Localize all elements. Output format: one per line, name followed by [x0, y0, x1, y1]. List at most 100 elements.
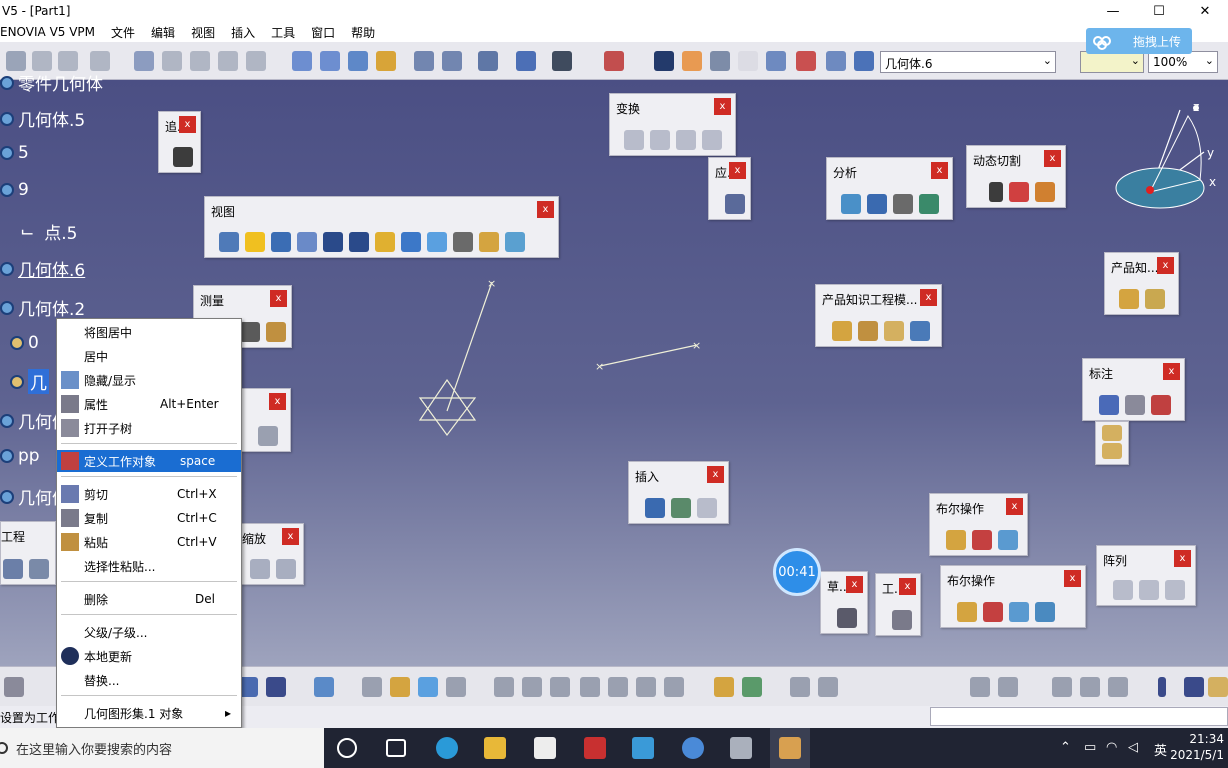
construction-line[interactable] [599, 344, 698, 367]
close-icon[interactable]: x [1064, 570, 1081, 587]
thickness-icon[interactable] [919, 194, 939, 214]
toolbar-icon[interactable] [1151, 395, 1171, 415]
tree-item[interactable]: ⌙ 点.5 [20, 219, 77, 245]
toolbar-icon[interactable] [58, 51, 78, 71]
draft-analysis-icon[interactable] [841, 194, 861, 214]
task-view-icon[interactable] [386, 739, 406, 757]
ctx-item-geo-set-object[interactable]: 几何图形集.1 对象 ▸ [57, 702, 241, 724]
sketch-triangle[interactable] [418, 378, 477, 421]
fly-icon[interactable] [219, 232, 239, 252]
toolbar-icon[interactable] [276, 559, 296, 579]
shading-icon[interactable] [453, 232, 473, 252]
compass-icon[interactable]: z y x [1115, 100, 1216, 209]
camera-icon[interactable] [173, 147, 193, 167]
toolbar-panel[interactable] [1095, 421, 1129, 465]
toolbar-icon[interactable] [376, 51, 396, 71]
toolbar-panel-engineering[interactable]: 工程 [0, 521, 56, 585]
ctx-item-center[interactable]: 居中 [57, 345, 241, 367]
toolbar-icon[interactable] [1035, 602, 1055, 622]
menu-help[interactable]: 帮助 [343, 24, 383, 41]
toolbar-icon[interactable] [32, 51, 52, 71]
toolbar-icon[interactable] [796, 51, 816, 71]
toolbar-icon[interactable] [790, 677, 810, 697]
zoom-out-icon[interactable] [349, 232, 369, 252]
close-icon[interactable]: x [270, 290, 287, 307]
toolbar-panel-analysis[interactable]: 分析 x [826, 157, 953, 220]
toolbar-panel-pattern[interactable]: 阵列 x [1096, 545, 1196, 606]
toolbar-icon[interactable] [442, 51, 462, 71]
toolbar-icon[interactable] [6, 51, 26, 71]
toolbar-icon[interactable] [1119, 289, 1139, 309]
rect-pattern-icon[interactable] [1113, 580, 1133, 600]
toolbar-panel[interactable]: 追... x [158, 111, 201, 173]
toolbar-icon[interactable] [910, 321, 930, 341]
toolbar-icon[interactable] [957, 602, 977, 622]
tree-item[interactable]: 几何体.6 [0, 256, 85, 281]
close-icon[interactable]: x [1157, 257, 1174, 274]
minimize-button[interactable]: — [1090, 0, 1136, 22]
toolbar-icon[interactable] [522, 677, 542, 697]
toolbar-panel-annotation[interactable]: 标注 x [1082, 358, 1185, 421]
ctx-item-open-subtree[interactable]: 打开子树 [57, 417, 241, 439]
zoom-in-icon[interactable] [323, 232, 343, 252]
remove-icon[interactable] [998, 530, 1018, 550]
maximize-button[interactable]: ☐ [1136, 0, 1182, 22]
ctx-item-local-update[interactable]: 本地更新 [57, 645, 241, 667]
toolbar-icon[interactable] [970, 677, 990, 697]
toolbar-icon[interactable] [390, 677, 410, 697]
assemble-icon[interactable] [946, 530, 966, 550]
toolbar-icon[interactable] [550, 677, 570, 697]
ctx-item-hide-show[interactable]: 隐藏/显示 [57, 369, 241, 391]
help-icon[interactable] [266, 677, 286, 697]
toolbar-icon[interactable] [725, 194, 745, 214]
layer-combo[interactable]: 几何体.6 ⌄ [880, 51, 1056, 73]
fit-all-icon[interactable] [245, 232, 265, 252]
flag-icon[interactable] [1125, 395, 1145, 415]
toolbar-icon[interactable] [826, 51, 846, 71]
toolbar-icon[interactable] [250, 559, 270, 579]
point-icon[interactable] [1158, 677, 1166, 697]
toolbar-icon[interactable] [1108, 677, 1128, 697]
close-icon[interactable]: x [729, 162, 746, 179]
volume-icon[interactable]: ◁ [1128, 740, 1138, 755]
close-icon[interactable]: x [269, 393, 286, 410]
pan-icon[interactable] [271, 232, 291, 252]
point-marker[interactable]: × [595, 360, 604, 373]
app-icon[interactable] [730, 737, 752, 759]
toolbar-icon[interactable] [1080, 677, 1100, 697]
battery-icon[interactable]: ▭ [1084, 740, 1096, 755]
toolbar-icon[interactable] [1102, 425, 1122, 441]
toolbar-icon[interactable] [742, 677, 762, 697]
tree-item[interactable]: 几何体.2 [0, 295, 85, 320]
tree-item[interactable]: 0 [10, 333, 39, 353]
chevron-up-icon[interactable]: ⌃ [1060, 740, 1071, 755]
normal-view-icon[interactable] [375, 232, 395, 252]
ctx-item-properties[interactable]: 属性 Alt+Enter [57, 393, 241, 415]
upload-button[interactable]: 拖拽上传 [1086, 28, 1192, 54]
hide-show-icon[interactable] [479, 232, 499, 252]
toolbar-icon[interactable] [1035, 182, 1055, 202]
menu-edit[interactable]: 编辑 [143, 24, 183, 41]
menu-insert[interactable]: 插入 [223, 24, 263, 41]
clock[interactable]: 21:34 2021/5/1 [1170, 731, 1224, 763]
toolbar-icon[interactable] [552, 51, 572, 71]
toolbar-icon[interactable] [608, 677, 628, 697]
menu-view[interactable]: 视图 [183, 24, 223, 41]
tree-item[interactable]: 9 [0, 180, 29, 200]
measure-icon[interactable] [240, 322, 260, 342]
toolbar-icon[interactable] [258, 426, 278, 446]
sketch-icon[interactable] [837, 608, 857, 628]
toolbar-icon[interactable] [697, 498, 717, 518]
color-combo[interactable]: ⌄ [1080, 51, 1144, 73]
toolbar-icon[interactable] [580, 677, 600, 697]
toolbar-panel-boolean-1[interactable]: 布尔操作 x [929, 493, 1028, 556]
toolbar-panel-insert[interactable]: 插入 x [628, 461, 729, 524]
recording-timer[interactable]: 00:41 [773, 548, 821, 596]
zoom-combo[interactable]: 100% ⌄ [1148, 51, 1218, 73]
close-icon[interactable]: x [920, 289, 937, 306]
point-marker[interactable]: × [692, 339, 701, 352]
toolbar-panel-boolean-2[interactable]: 布尔操作 x [940, 565, 1086, 628]
toolbar-icon[interactable] [446, 677, 466, 697]
close-icon[interactable]: x [1174, 550, 1191, 567]
input-lang[interactable]: 英 [1154, 740, 1167, 759]
